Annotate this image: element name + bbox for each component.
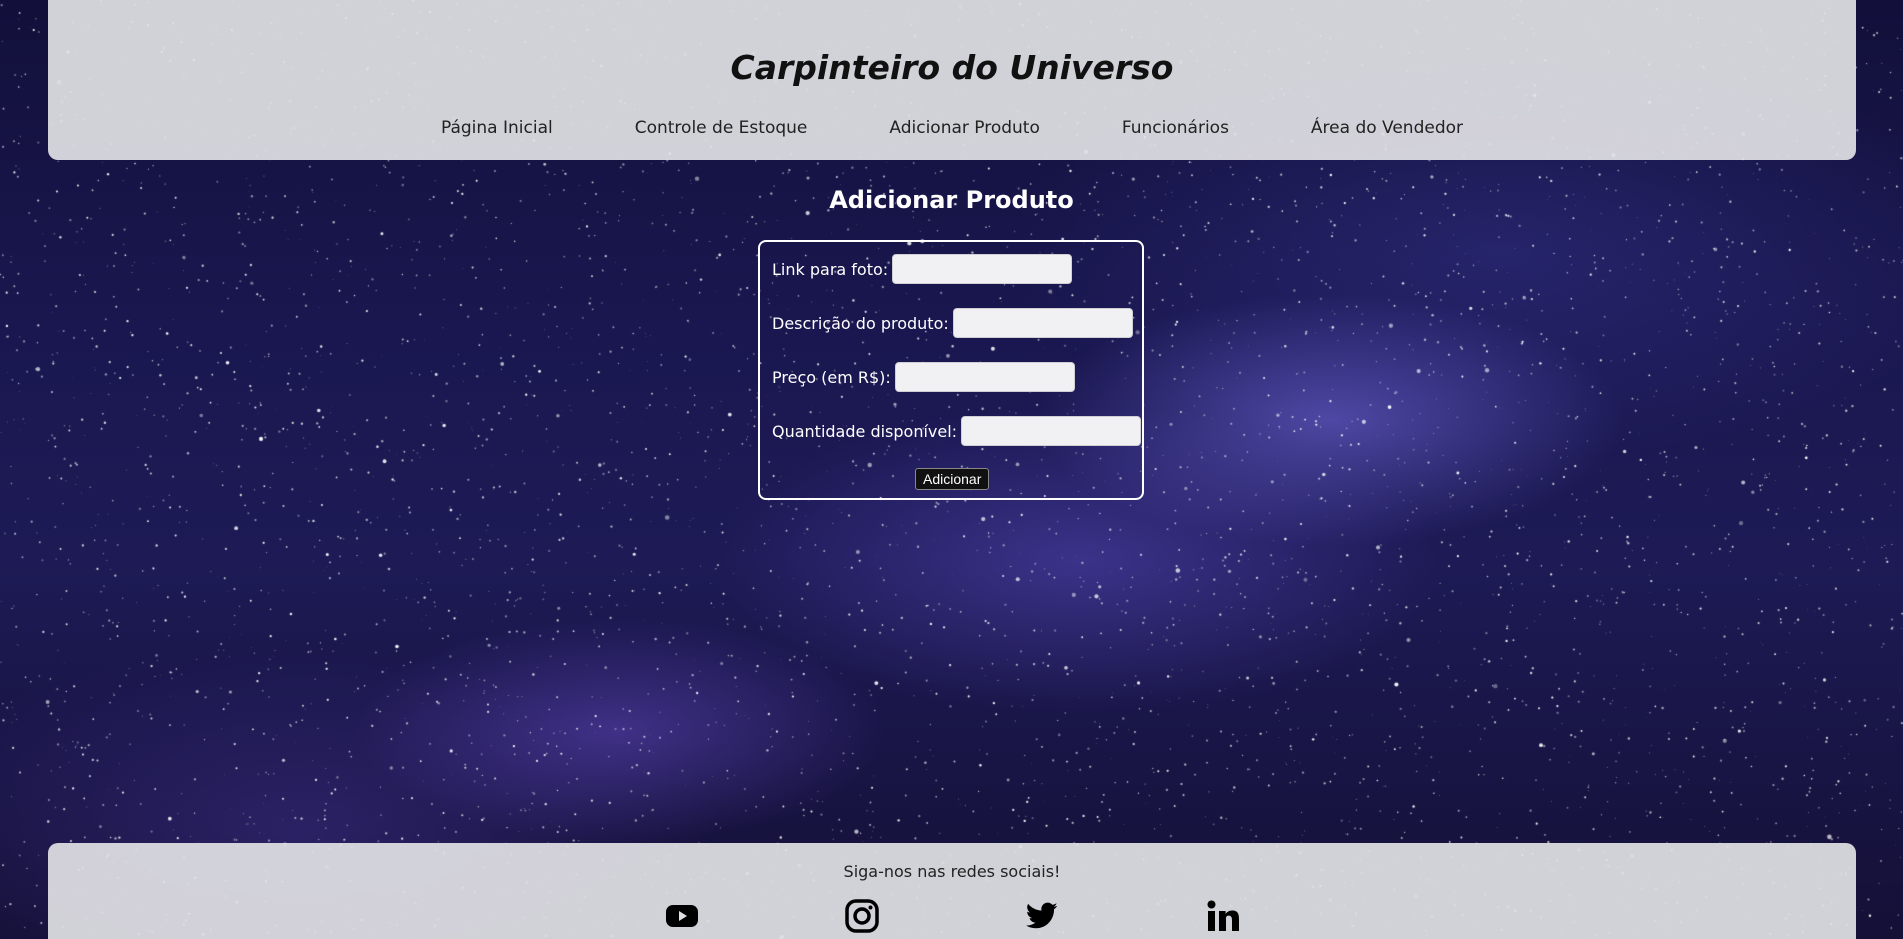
nav-link-add-product[interactable]: Adicionar Produto [889, 118, 1040, 138]
nav-link-employees[interactable]: Funcionários [1122, 118, 1229, 138]
quantity-input[interactable] [961, 416, 1142, 446]
site-header: Carpinteiro do Universo Página Inicial C… [48, 0, 1856, 160]
description-row: Descrição do produto: [772, 308, 1133, 338]
add-button[interactable]: Adicionar [915, 468, 990, 490]
nav-link-seller-area[interactable]: Área do Vendedor [1311, 118, 1463, 138]
quantity-row: Quantidade disponível: [772, 416, 1142, 446]
quantity-label: Quantidade disponível: [772, 421, 958, 441]
site-title: Carpinteiro do Universo [730, 48, 1174, 87]
photo-link-row: Link para foto: [772, 254, 1073, 284]
add-product-form: Link para foto: Descrição do produto: Pr… [758, 240, 1144, 500]
price-row: Preço (em R$): [772, 362, 1075, 392]
photo-link-input[interactable] [892, 254, 1073, 284]
description-label: Descrição do produto: [772, 313, 949, 333]
footer-follow-text: Siga-nos nas redes sociais! [843, 862, 1061, 881]
site-footer: Siga-nos nas redes sociais! [48, 843, 1856, 939]
youtube-icon[interactable] [664, 898, 700, 934]
page-title: Adicionar Produto [829, 186, 1074, 214]
instagram-icon[interactable] [844, 898, 880, 934]
price-label: Preço (em R$): [772, 367, 891, 387]
twitter-icon[interactable] [1024, 898, 1060, 934]
price-input[interactable] [894, 362, 1075, 392]
photo-link-label: Link para foto: [772, 259, 889, 279]
description-input[interactable] [952, 308, 1133, 338]
nav-link-stock-control[interactable]: Controle de Estoque [635, 118, 808, 138]
linkedin-icon[interactable] [1205, 898, 1241, 934]
nav-link-home[interactable]: Página Inicial [441, 118, 553, 138]
main-nav: Página Inicial Controle de Estoque Adici… [48, 118, 1856, 138]
